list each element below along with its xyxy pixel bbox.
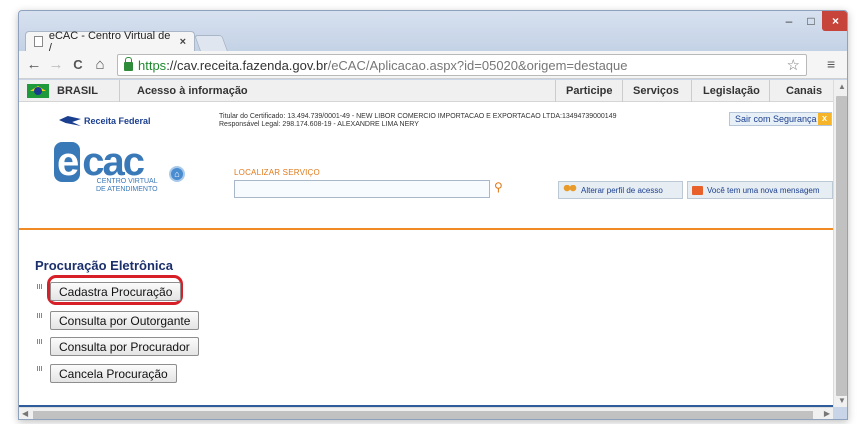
cadastra-procuracao-button[interactable]: Cadastra Procuração [50, 282, 182, 301]
vertical-scrollbar[interactable]: ▲ ▼ [833, 80, 847, 407]
logout-button[interactable]: Sair com Segurança x [729, 112, 832, 126]
gov-legislacao-link[interactable]: Legislação [703, 85, 760, 97]
title-bar: eCAC - Centro Virtual de / × – □ × [19, 11, 847, 54]
browser-tab[interactable]: eCAC - Centro Virtual de / × [25, 29, 195, 54]
ecac-subtitle-1: CENTRO VIRTUAL [96, 178, 158, 185]
mail-icon [692, 185, 703, 195]
browser-window: eCAC - Centro Virtual de / × – □ × ← → C… [18, 10, 848, 420]
bookmark-star-icon[interactable]: ☆ [787, 56, 800, 74]
minimize-button[interactable]: – [779, 11, 799, 31]
list-item: Consulta por Procurador [37, 337, 199, 356]
gov-acesso-link[interactable]: Acesso à informação [137, 85, 248, 97]
scroll-down-icon[interactable]: ▼ [838, 396, 846, 405]
reload-icon[interactable]: C [67, 57, 89, 72]
search-icon[interactable]: ⚲ [494, 180, 510, 196]
receita-federal-logo: Receita Federal [59, 116, 151, 126]
page-title: Procuração Eletrônica [35, 258, 173, 273]
consulta-outorgante-button[interactable]: Consulta por Outorgante [50, 311, 200, 330]
cancela-procuracao-button[interactable]: Cancela Procuração [50, 364, 177, 383]
gov-bar: BRASIL Acesso à informação Participe Ser… [19, 80, 833, 102]
bullet-icon [37, 366, 42, 371]
url-host: ://cav.receita.fazenda.gov.br [166, 57, 328, 73]
ecac-subtitle-2: DE ATENDIMENTO [96, 186, 158, 193]
home-icon[interactable]: ⌂ [89, 56, 111, 73]
horizontal-scroll-thumb[interactable] [33, 411, 813, 419]
vertical-scroll-thumb[interactable] [836, 96, 847, 396]
search-service-label: LOCALIZAR SERVIÇO [234, 168, 320, 177]
scroll-right-icon[interactable]: ▶ [824, 409, 830, 418]
search-service-input[interactable] [234, 180, 490, 198]
gov-servicos-link[interactable]: Serviços [633, 85, 679, 97]
list-item: Cadastra Procuração [37, 282, 182, 301]
consulta-procurador-button[interactable]: Consulta por Procurador [50, 337, 199, 356]
horizontal-scrollbar[interactable]: ◀ ▶ [19, 407, 833, 419]
tab-close-icon[interactable]: × [180, 36, 186, 48]
change-profile-button[interactable]: Alterar perfil de acesso [558, 181, 683, 199]
list-item: Cancela Procuração [37, 364, 177, 383]
gov-canais-link[interactable]: Canais [786, 85, 822, 97]
ecac-header: Receita Federal Titular do Certificado: … [19, 102, 833, 230]
forward-icon[interactable]: → [45, 56, 67, 73]
receita-bird-icon [59, 116, 81, 126]
portal-home-icon[interactable]: ⌂ [169, 166, 185, 182]
close-window-button[interactable]: × [822, 11, 847, 31]
page-viewport: BRASIL Acesso à informação Participe Ser… [19, 80, 833, 407]
new-message-button[interactable]: Você tem uma nova mensagem [687, 181, 833, 199]
gov-brasil-link[interactable]: BRASIL [57, 85, 98, 97]
main-content: Procuração Eletrônica Cadastra Procuraçã… [19, 230, 833, 405]
ecac-logo-e: e [54, 142, 81, 182]
browser-toolbar: ← → C ⌂ https://cav.receita.fazenda.gov.… [19, 51, 847, 79]
people-icon [563, 185, 577, 195]
certificate-info: Titular do Certificado: 13.494.739/0001-… [219, 113, 617, 129]
legal-representative: Responsável Legal: 298.174.608-19 - ALEX… [219, 121, 419, 128]
url-path: /eCAC/Aplicacao.aspx?id=05020&origem=des… [327, 57, 628, 73]
bullet-icon [37, 284, 42, 289]
document-icon [34, 36, 43, 47]
gov-participe-link[interactable]: Participe [566, 85, 612, 97]
bullet-icon [37, 339, 42, 344]
lock-icon [124, 56, 133, 71]
brazil-flag-icon [27, 84, 49, 98]
bullet-icon [37, 313, 42, 318]
logout-close-icon[interactable]: x [818, 113, 831, 125]
address-bar[interactable]: https://cav.receita.fazenda.gov.br/eCAC/… [117, 54, 807, 76]
maximize-button[interactable]: □ [801, 11, 821, 31]
certificate-holder: Titular do Certificado: 13.494.739/0001-… [219, 113, 617, 120]
scroll-left-icon[interactable]: ◀ [22, 409, 28, 418]
new-tab-button[interactable] [194, 35, 228, 51]
ecac-logo: e cac CENTRO VIRTUAL DE ATENDIMENTO [54, 142, 158, 193]
scroll-up-icon[interactable]: ▲ [838, 82, 846, 91]
back-icon[interactable]: ← [23, 56, 45, 73]
list-item: Consulta por Outorgante [37, 311, 200, 330]
tab-title: eCAC - Centro Virtual de / [48, 29, 171, 54]
browser-menu-icon[interactable]: ≡ [827, 56, 835, 72]
url-scheme: https [138, 57, 167, 73]
